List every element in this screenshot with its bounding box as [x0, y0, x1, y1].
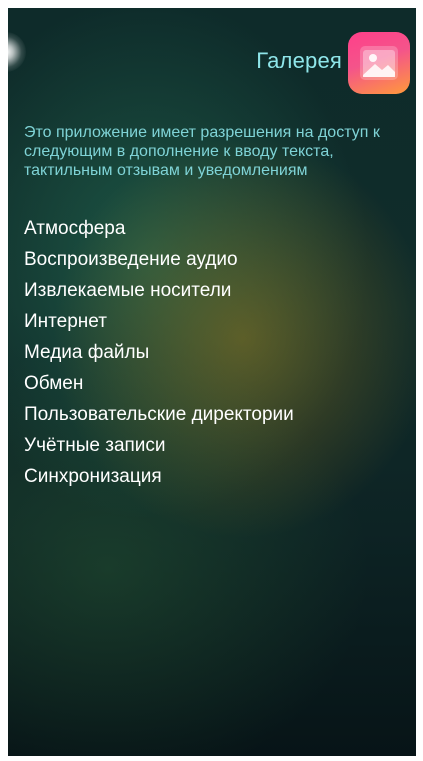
- header: Галерея: [8, 32, 416, 94]
- permission-item: Учётные записи: [24, 435, 166, 456]
- app-title: Галерея: [256, 48, 342, 73]
- permission-item: Обмен: [24, 373, 84, 394]
- permission-item: Пользовательские директории: [24, 404, 294, 425]
- permissions-description: Это приложение имеет разрешения на досту…: [24, 124, 380, 179]
- permissions-list: Атмосфера Воспроизведение аудио Извлекае…: [24, 213, 294, 492]
- permission-item: Синхронизация: [24, 466, 162, 487]
- gallery-image-icon: [348, 32, 410, 94]
- permission-item: Медиа файлы: [24, 342, 150, 363]
- permission-item: Воспроизведение аудио: [24, 249, 238, 270]
- permission-item: Интернет: [24, 311, 107, 332]
- permission-item: Атмосфера: [24, 218, 126, 239]
- permissions-screen: Галерея Это приложение имеет разрешения …: [8, 8, 416, 756]
- permission-item: Извлекаемые носители: [24, 280, 232, 301]
